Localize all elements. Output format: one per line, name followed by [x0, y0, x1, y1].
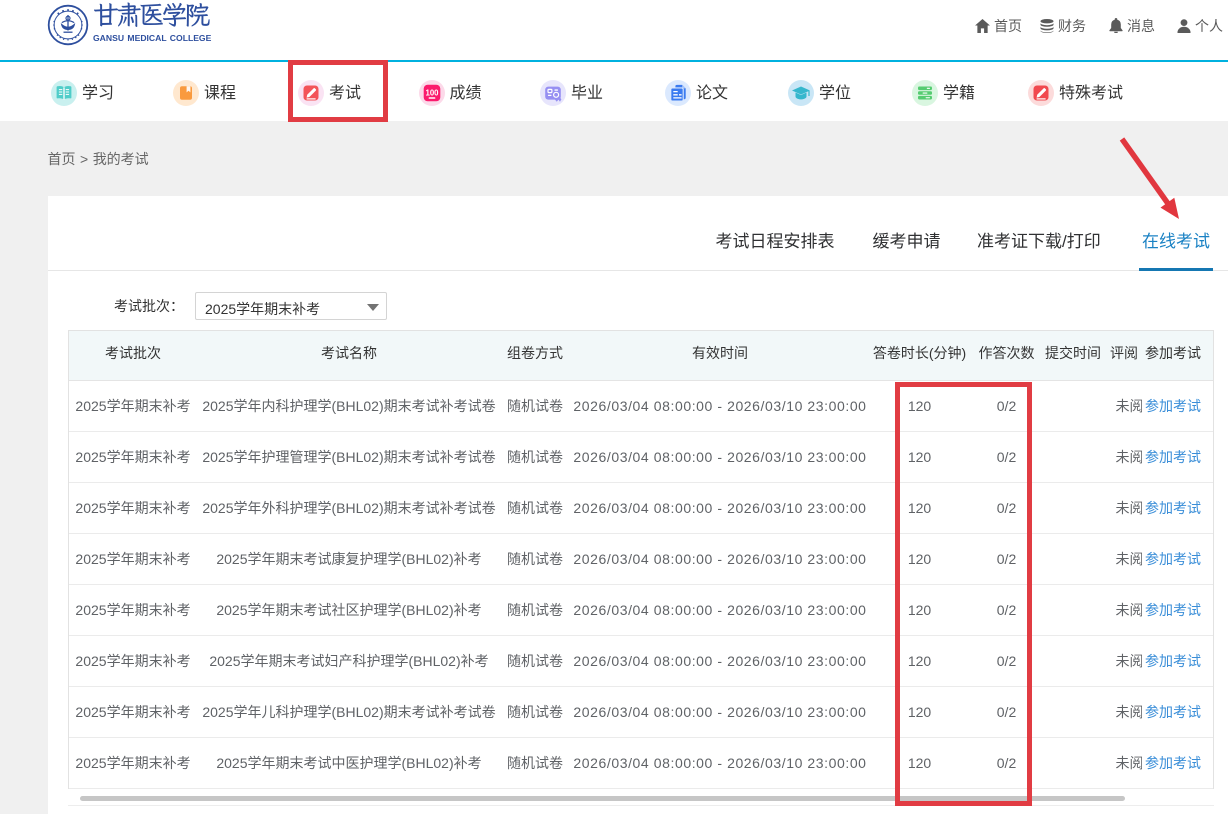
svg-text:100: 100	[425, 89, 439, 98]
